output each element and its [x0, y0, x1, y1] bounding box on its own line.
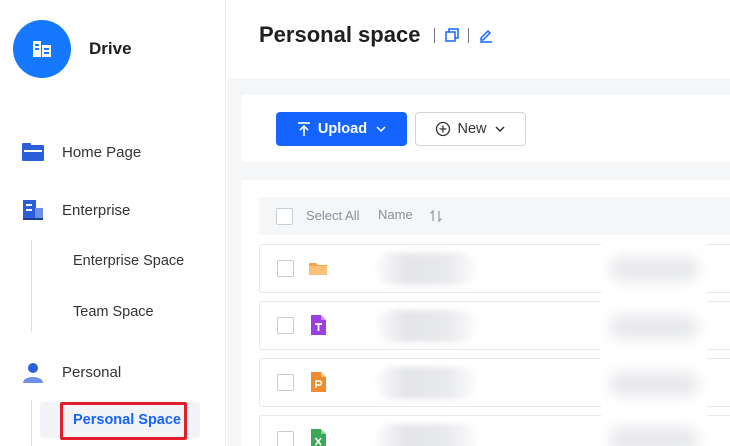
folder-icon	[309, 263, 327, 275]
upload-button[interactable]: Upload	[276, 112, 407, 146]
file-name-redacted	[376, 424, 476, 446]
sidebar-item-enterprise[interactable]: Enterprise	[0, 192, 226, 228]
divider	[468, 28, 469, 43]
toolbar: Upload New	[241, 95, 730, 162]
page-title: Personal space	[259, 22, 421, 47]
select-all-label[interactable]: Select All	[306, 208, 359, 223]
sidebar-item-team-space[interactable]: Team Space	[40, 294, 200, 330]
brand: Drive	[13, 20, 132, 78]
selection-highlight	[60, 402, 187, 440]
text-file-icon	[311, 315, 326, 335]
select-all-checkbox[interactable]	[276, 208, 293, 225]
header: Personal space	[227, 0, 730, 78]
sidebar-item-label: Personal	[62, 363, 122, 381]
tree-line	[31, 400, 32, 446]
sidebar-item-label: Team Space	[73, 304, 154, 320]
copy-icon[interactable]	[444, 27, 460, 43]
redaction-smudge	[609, 256, 699, 282]
row-checkbox[interactable]	[277, 431, 294, 446]
file-name-redacted	[376, 253, 476, 285]
presentation-file-icon	[311, 372, 326, 392]
sidebar: Drive Home Page Enterprise Enterprise Sp…	[0, 0, 226, 446]
sidebar-item-label: Enterprise	[62, 201, 131, 219]
upload-button-label: Upload	[317, 121, 368, 137]
edit-icon[interactable]	[478, 27, 494, 43]
list-header: Select All Name	[259, 197, 730, 235]
redaction-smudge	[609, 371, 699, 397]
main-content: Personal space Upload New Select All Nam…	[227, 0, 730, 446]
chevron-down-icon	[376, 126, 386, 133]
file-name-redacted	[376, 310, 476, 342]
plus-circle-icon	[436, 121, 451, 137]
home-folder-icon	[22, 143, 44, 161]
new-button[interactable]: New	[415, 112, 526, 146]
sidebar-item-personal[interactable]: Personal	[0, 354, 226, 390]
row-checkbox[interactable]	[277, 374, 294, 391]
redaction-overlay	[601, 244, 707, 446]
sort-icon[interactable]	[429, 209, 443, 223]
sidebar-item-label: Enterprise Space	[73, 253, 185, 269]
redaction-smudge	[609, 426, 699, 446]
divider	[434, 28, 435, 43]
file-name-redacted	[376, 367, 476, 399]
row-checkbox[interactable]	[277, 317, 294, 334]
brand-name: Drive	[89, 39, 132, 58]
drive-logo-icon	[13, 20, 71, 78]
name-column-header[interactable]: Name	[378, 207, 413, 222]
upload-icon	[297, 122, 310, 136]
sidebar-item-enterprise-space[interactable]: Enterprise Space	[40, 243, 200, 279]
person-icon	[23, 363, 43, 383]
enterprise-building-icon	[23, 200, 43, 220]
sidebar-item-label: Home Page	[62, 143, 142, 161]
new-button-label: New	[457, 121, 487, 137]
redaction-smudge	[609, 314, 699, 340]
sidebar-item-home-page[interactable]: Home Page	[0, 134, 226, 170]
row-checkbox[interactable]	[277, 260, 294, 277]
tree-line	[31, 240, 32, 332]
chevron-down-icon	[494, 126, 505, 133]
spreadsheet-file-icon	[311, 429, 326, 446]
